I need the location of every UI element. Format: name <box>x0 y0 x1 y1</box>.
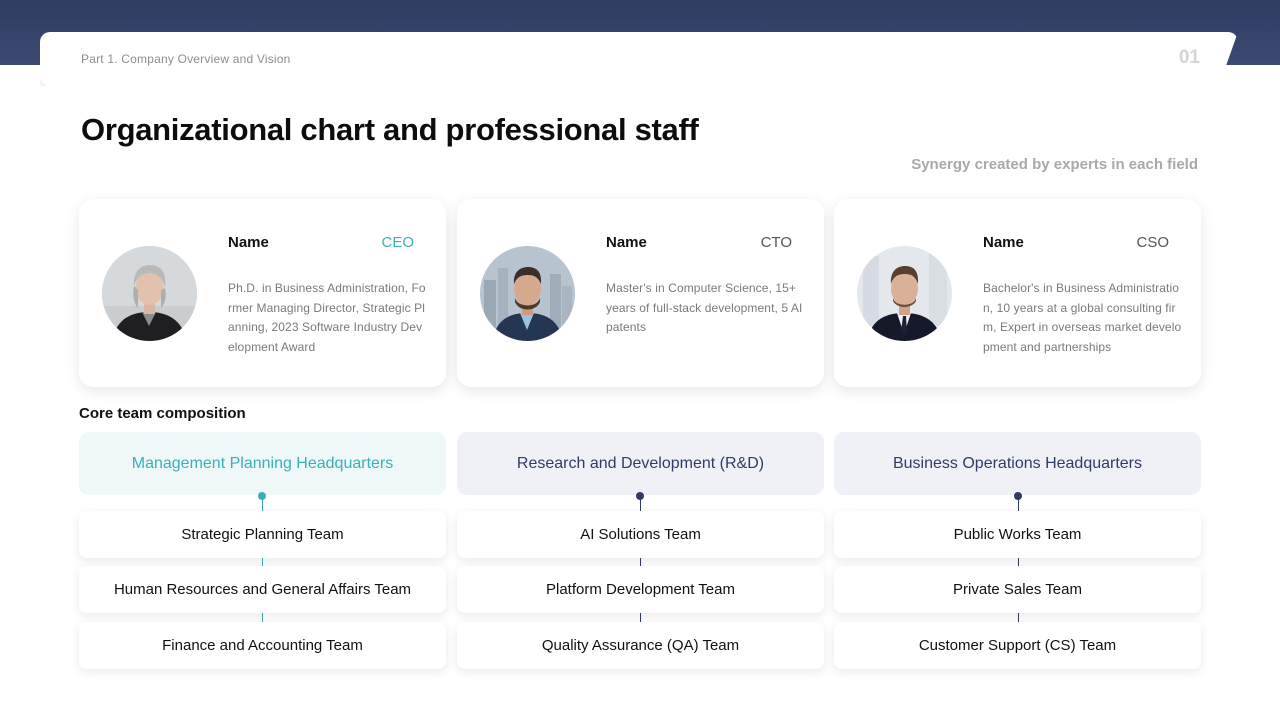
man-portrait-city-icon <box>480 246 575 341</box>
team-box: Public Works Team <box>834 511 1201 558</box>
department-header-business-operations: Business Operations Headquarters <box>834 432 1201 495</box>
team-box: Finance and Accounting Team <box>79 622 446 669</box>
page-number: 01 <box>1178 47 1200 68</box>
department-header-rnd: Research and Development (R&D) <box>457 432 824 495</box>
woman-portrait-icon <box>102 246 197 341</box>
breadcrumb: Part 1. Company Overview and Vision <box>81 52 291 66</box>
page-title: Organizational chart and professional st… <box>81 112 699 147</box>
executive-name: Name <box>983 234 1024 251</box>
team-box: Strategic Planning Team <box>79 511 446 558</box>
team-box: AI Solutions Team <box>457 511 824 558</box>
avatar <box>480 246 575 341</box>
team-box: Customer Support (CS) Team <box>834 622 1201 669</box>
page-subtitle: Synergy created by experts in each field <box>911 156 1198 173</box>
executive-role: CSO <box>1136 234 1169 251</box>
man-portrait-office-icon <box>857 246 952 341</box>
executive-description: Ph.D. in Business Administration, Former… <box>228 281 426 354</box>
executive-name: Name <box>606 234 647 251</box>
executive-card-ceo: Name CEO Ph.D. in Business Administratio… <box>79 199 446 387</box>
avatar <box>857 246 952 341</box>
avatar <box>102 246 197 341</box>
department-header-management: Management Planning Headquarters <box>79 432 446 495</box>
executive-card-cto: Name CTO Master's in Computer Science, 1… <box>457 199 824 387</box>
team-box: Platform Development Team <box>457 566 824 613</box>
executive-role: CEO <box>381 234 414 251</box>
executive-name: Name <box>228 234 269 251</box>
section-title-core-team: Core team composition <box>79 405 246 422</box>
executive-role: CTO <box>760 234 792 251</box>
executive-description: Master's in Computer Science, 15+ years … <box>606 281 803 334</box>
executive-card-cso: Name CSO Bachelor's in Business Administ… <box>834 199 1201 387</box>
team-box: Quality Assurance (QA) Team <box>457 622 824 669</box>
executive-description: Bachelor's in Business Administration, 1… <box>983 281 1182 354</box>
team-box: Private Sales Team <box>834 566 1201 613</box>
team-box: Human Resources and General Affairs Team <box>79 566 446 613</box>
